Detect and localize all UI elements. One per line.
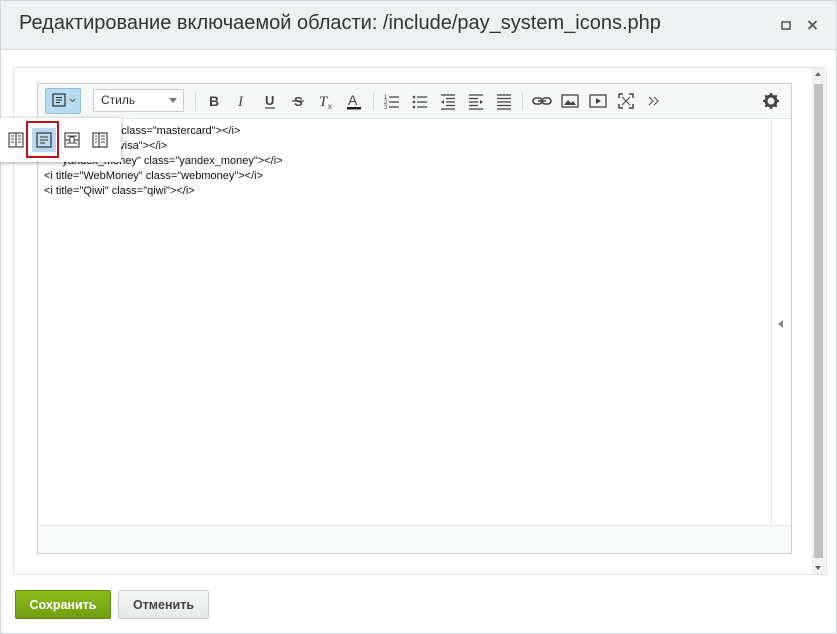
wysiwyg-view-icon [92,132,108,148]
unordered-list-icon [412,95,427,109]
underline-button[interactable]: U [258,89,282,113]
fullscreen-icon [618,93,634,109]
scroll-up-icon[interactable] [815,72,821,76]
video-button[interactable] [586,89,610,113]
code-view-icon [52,93,76,107]
dialog-content: Стиль B I U S Tx [13,67,827,575]
view-mode-button[interactable] [45,88,81,114]
scrollbar[interactable] [812,68,825,574]
svg-text:x: x [328,102,332,111]
italic-button[interactable]: I [230,89,254,113]
ordered-list-icon: 1 2 3 [384,95,399,111]
code-view-icon [36,132,52,148]
font-color-icon: A [347,92,361,110]
view-mode-split-vertical[interactable] [4,128,28,152]
svg-text:U: U [265,93,274,108]
link-button[interactable] [530,89,554,113]
view-mode-wysiwyg[interactable] [88,128,112,152]
toolbar-divider [522,92,523,110]
code-line: <i title="WebMoney" class="webmoney"></i… [44,170,264,182]
scroll-down-icon[interactable] [815,566,821,570]
video-icon [589,94,607,108]
strikethrough-button[interactable]: S [286,89,310,113]
strikethrough-icon: S [292,94,304,109]
font-color-button[interactable]: A [342,89,366,113]
cancel-button[interactable]: Отменить [118,590,209,619]
scroll-thumb[interactable] [814,84,823,558]
maximize-button[interactable] [776,15,796,35]
underline-icon: U [265,93,275,109]
edit-include-dialog: Редактирование включаемой области: /incl… [0,0,837,634]
bold-icon: B [209,93,219,109]
code-line: <i title="Qiwi" class="qiwi"></i> [44,185,195,197]
taskbar-panel-toggle[interactable] [771,119,791,525]
link-icon [532,97,552,105]
italic-icon: I [237,94,244,110]
justify-button[interactable] [492,89,516,113]
save-button[interactable]: Сохранить [15,590,111,619]
svg-text:I: I [237,94,244,110]
justify-icon [497,94,511,110]
settings-button[interactable] [759,89,783,113]
editor-toolbar: Стиль B I U S Tx [38,84,791,119]
image-button[interactable] [558,89,582,113]
dialog-titlebar[interactable]: Редактирование включаемой области: /incl… [1,1,836,50]
more-icon [648,96,659,106]
outdent-icon [441,94,455,110]
image-icon [561,94,579,108]
view-mode-code[interactable] [32,128,56,152]
fullscreen-button[interactable] [614,89,638,113]
view-mode-split-horizontal[interactable] [60,128,84,152]
view-mode-popup [0,118,121,162]
svg-text:3: 3 [384,105,388,111]
chevron-down-icon [169,98,177,103]
settings-icon [763,93,779,109]
split-horizontal-icon [64,132,80,148]
ordered-list-button[interactable]: 1 2 3 [380,89,404,113]
html-editor: Стиль B I U S Tx [37,83,792,554]
split-vertical-icon [8,132,24,148]
outdent-button[interactable] [436,89,460,113]
bold-button[interactable]: B [202,89,226,113]
style-dropdown[interactable]: Стиль [93,89,184,112]
close-icon [807,20,818,30]
indent-button[interactable] [464,89,488,113]
close-button[interactable] [803,15,823,35]
indent-icon [469,94,483,110]
chevron-left-icon[interactable] [778,320,783,328]
svg-text:A: A [348,92,358,108]
toolbar-divider [195,92,196,110]
remove-format-button[interactable]: Tx [314,89,338,113]
style-dropdown-label: Стиль [101,93,136,107]
unordered-list-button[interactable] [408,89,432,113]
more-button[interactable] [642,89,666,113]
remove-format-icon: Tx [319,94,332,111]
maximize-icon [781,21,791,30]
dialog-title: Редактирование включаемой области: /incl… [19,12,661,34]
svg-text:B: B [209,93,219,109]
editor-statusbar [38,525,791,553]
toolbar-divider [373,92,374,110]
